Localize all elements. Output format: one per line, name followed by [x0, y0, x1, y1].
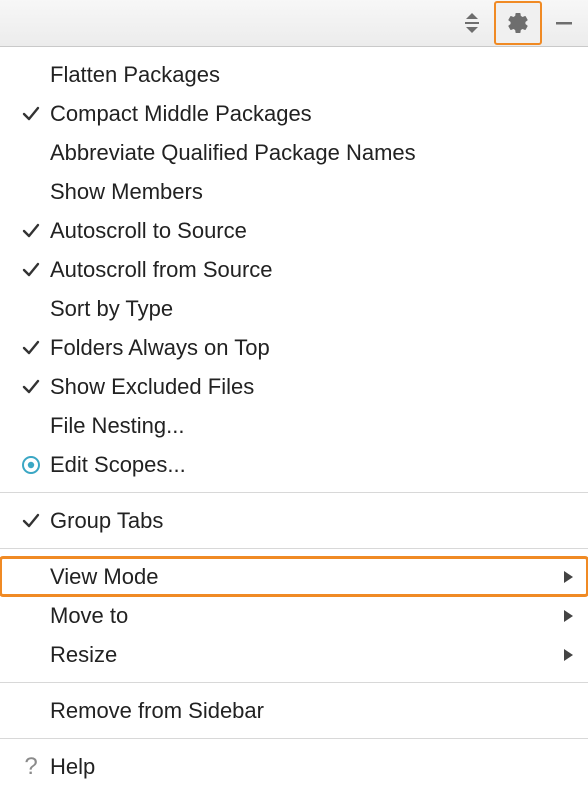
menu-item-label: Help [50, 756, 574, 778]
menu-item-edit-scopes[interactable]: Edit Scopes... [0, 445, 588, 484]
menu-item-label: Move to [50, 605, 562, 627]
menu-item-label: File Nesting... [50, 415, 574, 437]
menu-item-label: Show Members [50, 181, 574, 203]
menu-separator [0, 548, 588, 549]
collapse-expand-button[interactable] [454, 5, 490, 41]
menu-item-group-tabs[interactable]: Group Tabs [0, 501, 588, 540]
check-icon [12, 221, 50, 241]
check-icon [12, 377, 50, 397]
menu-item-label: Remove from Sidebar [50, 700, 574, 722]
menu-item-resize[interactable]: Resize [0, 635, 588, 674]
panel-toolbar [0, 0, 588, 47]
menu-item-label: Resize [50, 644, 562, 666]
menu-item-autoscroll-from-source[interactable]: Autoscroll from Source [0, 250, 588, 289]
menu-separator [0, 738, 588, 739]
menu-item-show-members[interactable]: Show Members [0, 172, 588, 211]
menu-item-remove-from-sidebar[interactable]: Remove from Sidebar [0, 691, 588, 730]
menu-item-folders-always-on-top[interactable]: Folders Always on Top [0, 328, 588, 367]
menu-item-show-excluded-files[interactable]: Show Excluded Files [0, 367, 588, 406]
menu-item-label: Flatten Packages [50, 64, 574, 86]
menu-item-label: Abbreviate Qualified Package Names [50, 142, 574, 164]
check-icon [12, 260, 50, 280]
menu-item-label: Show Excluded Files [50, 376, 574, 398]
menu-item-move-to[interactable]: Move to [0, 596, 588, 635]
radio-icon [12, 455, 50, 475]
submenu-arrow-icon [562, 644, 574, 666]
menu-item-label: Sort by Type [50, 298, 574, 320]
menu-item-label: Autoscroll to Source [50, 220, 574, 242]
menu-item-label: Edit Scopes... [50, 454, 574, 476]
menu-item-view-mode[interactable]: View Mode [0, 557, 588, 596]
menu-item-help[interactable]: ? Help [0, 747, 588, 786]
menu-item-autoscroll-to-source[interactable]: Autoscroll to Source [0, 211, 588, 250]
gear-settings-button[interactable] [494, 1, 542, 45]
menu-item-label: Folders Always on Top [50, 337, 574, 359]
minimize-button[interactable] [546, 5, 582, 41]
menu-item-file-nesting[interactable]: File Nesting... [0, 406, 588, 445]
menu-item-label: Autoscroll from Source [50, 259, 574, 281]
menu-item-compact-middle-packages[interactable]: Compact Middle Packages [0, 94, 588, 133]
menu-separator [0, 682, 588, 683]
menu-item-label: View Mode [50, 566, 562, 588]
settings-dropdown-menu: Flatten Packages Compact Middle Packages… [0, 47, 588, 786]
menu-item-abbreviate-qualified-package-names[interactable]: Abbreviate Qualified Package Names [0, 133, 588, 172]
submenu-arrow-icon [562, 566, 574, 588]
menu-separator [0, 492, 588, 493]
submenu-arrow-icon [562, 605, 574, 627]
check-icon [12, 338, 50, 358]
check-icon [12, 511, 50, 531]
menu-item-flatten-packages[interactable]: Flatten Packages [0, 55, 588, 94]
check-icon [12, 104, 50, 124]
menu-item-label: Group Tabs [50, 510, 574, 532]
help-icon: ? [12, 755, 50, 779]
menu-item-label: Compact Middle Packages [50, 103, 574, 125]
menu-item-sort-by-type[interactable]: Sort by Type [0, 289, 588, 328]
